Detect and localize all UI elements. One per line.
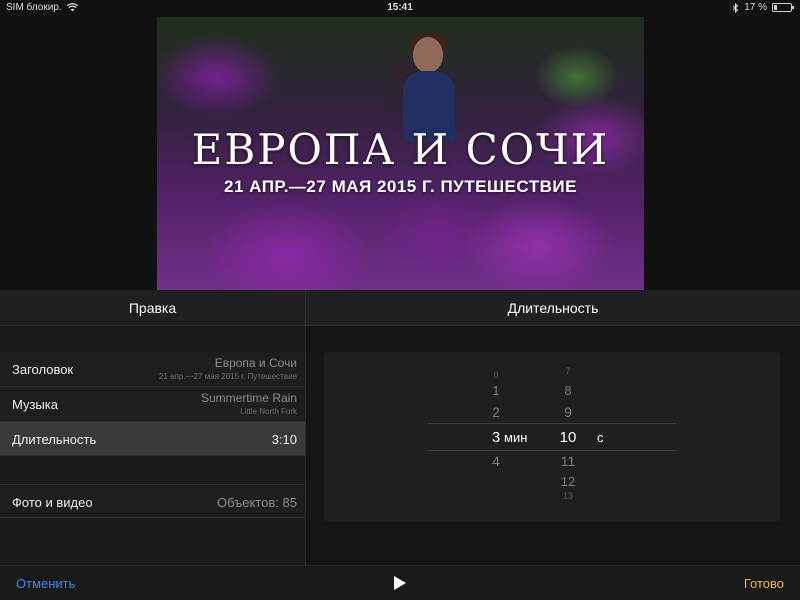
row-photos-videos[interactable]: Фото и видео Объектов: 85	[0, 484, 305, 518]
seconds-option[interactable]: 9	[548, 404, 588, 420]
preview-subtitle: 21 АПР.—27 МАЯ 2015 Г. ПУТЕШЕСТВИЕ	[224, 177, 577, 196]
bluetooth-icon	[732, 2, 739, 13]
battery-label: 17 %	[744, 2, 767, 13]
row-title-label: Заголовок	[12, 362, 74, 377]
preview-title: ЕВРОПА И СОЧИ	[191, 125, 610, 174]
minutes-unit: мин	[504, 430, 528, 445]
status-right: 17 %	[732, 2, 794, 13]
cancel-button[interactable]: Отменить	[16, 576, 75, 591]
status-time: 15:41	[387, 2, 413, 13]
minutes-option[interactable]: 4	[476, 453, 516, 469]
minutes-option[interactable]: 2	[476, 404, 516, 420]
edit-panel: Правка Заголовок Европа и Сочи 21 апр.—2…	[0, 290, 305, 565]
seconds-option[interactable]: 12	[548, 474, 588, 489]
row-title[interactable]: Заголовок Европа и Сочи 21 апр.—27 мая 2…	[0, 352, 305, 387]
play-icon[interactable]	[392, 575, 408, 591]
duration-picker[interactable]: 0 1 2 3 мин 4 7 8 9 10 с 11 12 13	[324, 352, 780, 522]
seconds-option[interactable]: 8	[548, 383, 588, 398]
duration-panel-header: Длительность	[306, 290, 800, 326]
picker-selection-bottom-line	[428, 450, 676, 451]
minutes-option[interactable]: 1	[476, 383, 516, 398]
seconds-option[interactable]: 11	[548, 453, 588, 469]
seconds-option[interactable]: 7	[548, 366, 588, 376]
minutes-option[interactable]: 0	[476, 370, 516, 380]
seconds-option[interactable]: 13	[548, 491, 588, 501]
edit-panel-header: Правка	[0, 290, 305, 326]
bottom-toolbar: Отменить Готово	[0, 565, 800, 600]
seconds-selected[interactable]: 10	[548, 429, 588, 446]
row-music[interactable]: Музыка Summertime Rain Little North Fork	[0, 387, 305, 422]
picker-selection-top-line	[428, 423, 676, 424]
row-music-sub: Little North Fork	[240, 407, 297, 416]
row-duration-label: Длительность	[12, 432, 97, 447]
movie-preview[interactable]: ЕВРОПА И СОЧИ 21 АПР.—27 МАЯ 2015 Г. ПУТ…	[157, 17, 644, 290]
row-music-value: Summertime Rain	[200, 391, 297, 405]
row-title-value: Европа и Сочи	[214, 356, 297, 370]
status-bar: SIM блокир. 15:41 17 %	[0, 0, 800, 16]
battery-icon	[772, 3, 794, 12]
row-duration[interactable]: Длительность 3:10	[0, 422, 305, 456]
done-button[interactable]: Готово	[744, 576, 784, 591]
duration-panel: Длительность 0 1 2 3 мин 4 7 8 9 10 с 11…	[306, 290, 800, 565]
row-photos-value: Объектов: 85	[217, 495, 297, 510]
row-duration-value: 3:10	[271, 432, 297, 447]
row-photos-label: Фото и видео	[12, 495, 93, 510]
row-music-label: Музыка	[12, 397, 58, 412]
seconds-unit: с	[597, 430, 604, 445]
row-title-sub: 21 апр.—27 мая 2015 г. Путешествие	[158, 372, 297, 381]
